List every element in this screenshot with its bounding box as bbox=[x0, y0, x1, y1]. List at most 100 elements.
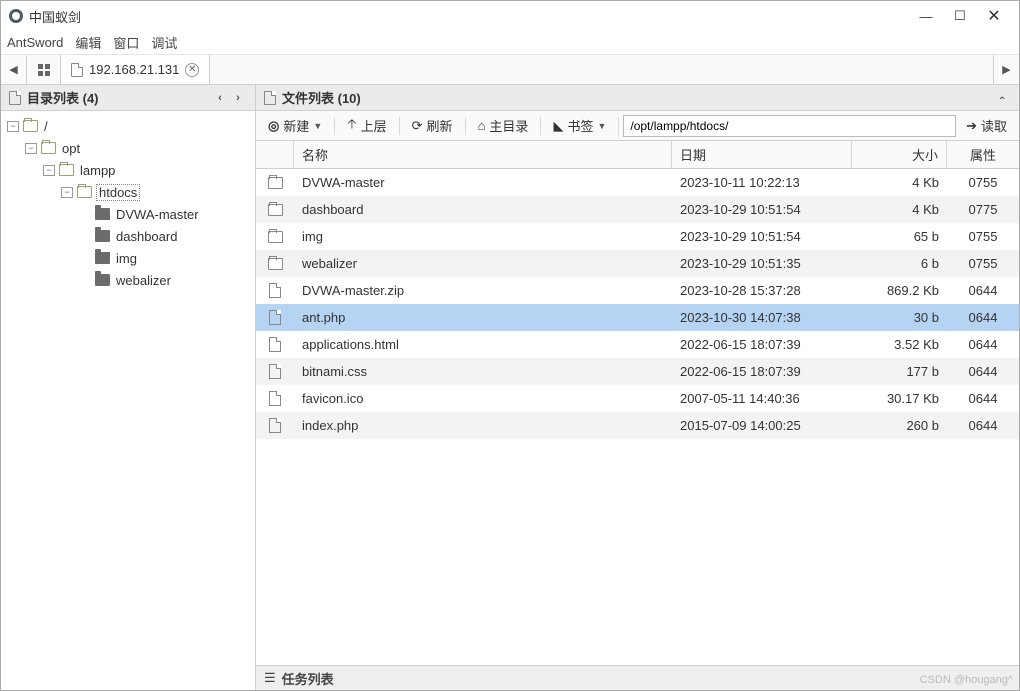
tree-node[interactable]: img bbox=[1, 247, 255, 269]
tree-node[interactable]: −htdocs bbox=[1, 181, 255, 203]
home-icon: ⌂ bbox=[478, 118, 486, 133]
tab-close-icon[interactable]: ✕ bbox=[185, 63, 199, 77]
cell-size: 4 Kb bbox=[852, 175, 947, 190]
arrow-right-icon: ➔ bbox=[966, 118, 977, 134]
panel-collapse-left[interactable]: ‹ bbox=[211, 89, 229, 107]
refresh-icon: ⟳ bbox=[412, 118, 423, 134]
tree-node[interactable]: −opt bbox=[1, 137, 255, 159]
folder-icon bbox=[95, 208, 110, 220]
tree-node-label: DVWA-master bbox=[114, 207, 201, 222]
file-row[interactable]: img2023-10-29 10:51:5465 b0755 bbox=[256, 223, 1019, 250]
file-row[interactable]: favicon.ico2007-05-11 14:40:3630.17 Kb06… bbox=[256, 385, 1019, 412]
cell-attr: 0644 bbox=[947, 337, 1019, 352]
panel-collapse-right[interactable]: › bbox=[229, 89, 247, 107]
file-icon bbox=[269, 418, 281, 433]
cell-date: 2015-07-09 14:00:25 bbox=[672, 418, 852, 433]
cell-attr: 0644 bbox=[947, 310, 1019, 325]
col-name[interactable]: 名称 bbox=[294, 141, 672, 168]
bookmark-button[interactable]: ◣ 书签 ▼ bbox=[545, 113, 614, 138]
app-logo-icon bbox=[9, 9, 23, 23]
file-row[interactable]: index.php2015-07-09 14:00:25260 b0644 bbox=[256, 412, 1019, 439]
title-bar: 中国蚁剑 — ☐ ✕ bbox=[1, 1, 1019, 31]
folder-icon bbox=[95, 252, 110, 264]
cell-size: 869.2 Kb bbox=[852, 283, 947, 298]
cell-name: dashboard bbox=[294, 202, 672, 217]
cell-name: webalizer bbox=[294, 256, 672, 271]
col-attr[interactable]: 属性 bbox=[947, 141, 1019, 168]
file-list[interactable]: DVWA-master2023-10-11 10:22:134 Kb0755da… bbox=[256, 169, 1019, 665]
file-icon bbox=[269, 310, 281, 325]
cell-attr: 0644 bbox=[947, 418, 1019, 433]
panel-collapse-up[interactable]: ‹ bbox=[993, 89, 1011, 107]
file-row[interactable]: bitnami.css2022-06-15 18:07:39177 b0644 bbox=[256, 358, 1019, 385]
tab-host[interactable]: 192.168.21.131 ✕ bbox=[61, 55, 210, 84]
sidebar-header: 目录列表 (4) ‹ › bbox=[1, 85, 255, 111]
minimize-button[interactable]: — bbox=[909, 1, 943, 31]
chevron-down-icon: ▼ bbox=[597, 121, 606, 131]
tree-toggle-icon bbox=[79, 275, 91, 286]
cell-size: 177 b bbox=[852, 364, 947, 379]
cell-name: applications.html bbox=[294, 337, 672, 352]
tab-scroll-right[interactable]: ▶ bbox=[993, 55, 1019, 84]
folder-icon bbox=[268, 231, 283, 243]
tree-node-label: / bbox=[42, 119, 50, 134]
task-list-header[interactable]: ☰ 任务列表 bbox=[256, 665, 1019, 690]
tree-toggle-icon[interactable]: − bbox=[25, 143, 37, 154]
file-icon bbox=[269, 391, 281, 406]
new-button[interactable]: ◎ 新建 ▼ bbox=[260, 113, 330, 138]
col-size[interactable]: 大小 bbox=[852, 141, 947, 168]
file-row[interactable]: webalizer2023-10-29 10:51:356 b0755 bbox=[256, 250, 1019, 277]
folder-icon bbox=[95, 274, 110, 286]
tree-node[interactable]: dashboard bbox=[1, 225, 255, 247]
refresh-button[interactable]: ⟳ 刷新 bbox=[404, 113, 461, 138]
menu-item[interactable]: AntSword bbox=[7, 35, 63, 50]
cell-date: 2007-05-11 14:40:36 bbox=[672, 391, 852, 406]
home-button[interactable]: ⌂ 主目录 bbox=[470, 113, 537, 138]
folder-icon bbox=[41, 142, 56, 154]
tree-node[interactable]: webalizer bbox=[1, 269, 255, 291]
file-row[interactable]: ant.php2023-10-30 14:07:3830 b0644 bbox=[256, 304, 1019, 331]
cell-attr: 0644 bbox=[947, 391, 1019, 406]
path-input[interactable] bbox=[623, 115, 956, 137]
cell-attr: 0775 bbox=[947, 202, 1019, 217]
tab-strip: ◀ 192.168.21.131 ✕ ▶ bbox=[1, 55, 1019, 85]
file-row[interactable]: dashboard2023-10-29 10:51:544 Kb0775 bbox=[256, 196, 1019, 223]
document-icon bbox=[9, 91, 21, 105]
cell-name: index.php bbox=[294, 418, 672, 433]
cell-size: 30.17 Kb bbox=[852, 391, 947, 406]
tab-home[interactable] bbox=[27, 55, 61, 84]
file-toolbar: ◎ 新建 ▼ 🡡 上层 ⟳ 刷新 ⌂ 主目录 ◣ 书签 bbox=[256, 111, 1019, 141]
file-row[interactable]: DVWA-master2023-10-11 10:22:134 Kb0755 bbox=[256, 169, 1019, 196]
cell-date: 2022-06-15 18:07:39 bbox=[672, 364, 852, 379]
tree-toggle-icon[interactable]: − bbox=[43, 165, 55, 176]
tree-node[interactable]: −lampp bbox=[1, 159, 255, 181]
menu-item[interactable]: 调试 bbox=[151, 33, 177, 52]
col-date[interactable]: 日期 bbox=[672, 141, 852, 168]
maximize-button[interactable]: ☐ bbox=[943, 1, 977, 31]
tree-node[interactable]: DVWA-master bbox=[1, 203, 255, 225]
tab-scroll-left[interactable]: ◀ bbox=[1, 55, 27, 84]
folder-icon bbox=[95, 230, 110, 242]
directory-tree[interactable]: −/−opt−lampp−htdocsDVWA-masterdashboardi… bbox=[1, 111, 255, 690]
tree-node[interactable]: −/ bbox=[1, 115, 255, 137]
folder-icon bbox=[23, 120, 38, 132]
col-icon[interactable] bbox=[256, 141, 294, 168]
tree-toggle-icon bbox=[79, 253, 91, 264]
file-column-header: 名称 日期 大小 属性 bbox=[256, 141, 1019, 169]
sidebar-title: 目录列表 (4) bbox=[27, 88, 99, 107]
menu-item[interactable]: 窗口 bbox=[113, 33, 139, 52]
content-header: 文件列表 (10) ‹ bbox=[256, 85, 1019, 111]
file-row[interactable]: DVWA-master.zip2023-10-28 15:37:28869.2 … bbox=[256, 277, 1019, 304]
tree-toggle-icon[interactable]: − bbox=[7, 121, 19, 132]
tree-node-label: webalizer bbox=[114, 273, 173, 288]
folder-icon bbox=[268, 258, 283, 270]
read-button[interactable]: ➔ 读取 bbox=[958, 113, 1015, 138]
cell-date: 2022-06-15 18:07:39 bbox=[672, 337, 852, 352]
up-button[interactable]: 🡡 上层 bbox=[339, 112, 394, 140]
menu-item[interactable]: 编辑 bbox=[75, 33, 101, 52]
cell-date: 2023-10-28 15:37:28 bbox=[672, 283, 852, 298]
tree-toggle-icon[interactable]: − bbox=[61, 187, 73, 198]
cell-name: DVWA-master bbox=[294, 175, 672, 190]
file-row[interactable]: applications.html2022-06-15 18:07:393.52… bbox=[256, 331, 1019, 358]
close-button[interactable]: ✕ bbox=[977, 1, 1011, 31]
